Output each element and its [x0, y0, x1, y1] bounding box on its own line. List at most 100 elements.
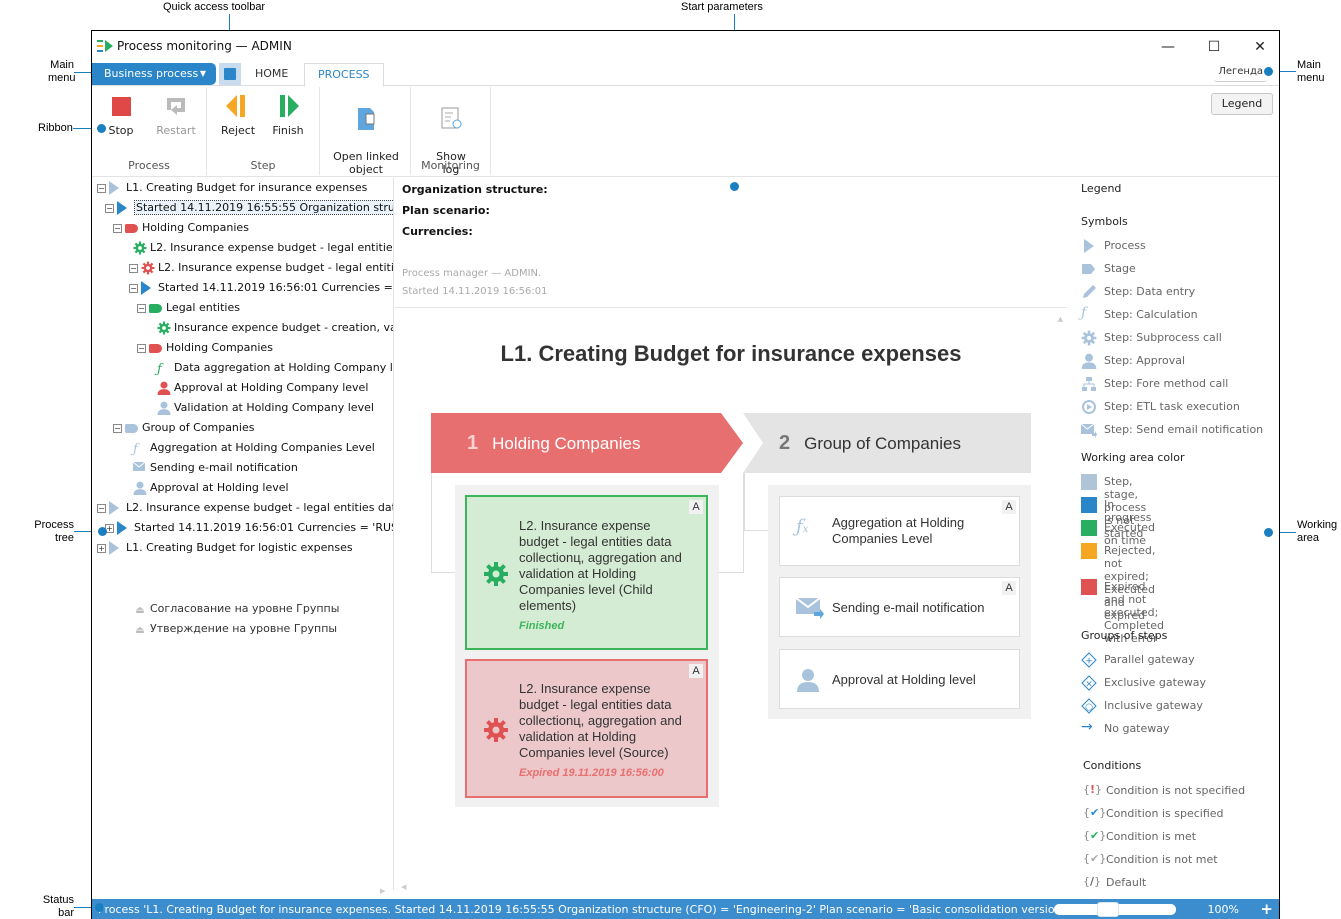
- collapse-icon[interactable]: −: [113, 223, 122, 233]
- tree-node-label: Validation at Holding Company level: [174, 401, 374, 414]
- open-linked-object-button[interactable]: Open linked object: [330, 93, 402, 176]
- assignee-badge: A: [1002, 581, 1016, 595]
- collapse-icon[interactable]: −: [137, 343, 146, 353]
- process-icon: [1081, 238, 1097, 254]
- scroll-left-arrow[interactable]: ◀: [401, 883, 406, 891]
- gear-icon: [484, 562, 508, 586]
- tree-node[interactable]: − L2. Insurance expense budget - legal en…: [129, 259, 393, 277]
- step-placeholder-icon: ⏏: [135, 605, 145, 616]
- status-text: Process 'L1. Creating Budget for insuran…: [98, 903, 1104, 916]
- quick-access-toolbar[interactable]: [219, 63, 241, 85]
- tree-node-label: L2. Insurance expense budget - legal ent…: [126, 501, 393, 514]
- tab-process[interactable]: PROCESS: [304, 63, 384, 87]
- step-card-email[interactable]: A Sending e-mail notification: [779, 577, 1020, 637]
- process-grey-icon: [109, 181, 123, 195]
- tree-node[interactable]: − L2. Insurance expense budget - legal en…: [97, 499, 393, 517]
- unassigned-step-item[interactable]: ⏏ Утверждение на уровне Группы: [133, 620, 337, 638]
- callout-quick-access-toolbar: Quick access toolbar: [163, 1, 266, 13]
- collapse-icon[interactable]: −: [129, 263, 138, 273]
- expand-icon[interactable]: +: [97, 543, 106, 553]
- fx-grey-icon: ƒ: [133, 442, 138, 457]
- step-card-child-elements[interactable]: A L2. Insurance expense budget - legal e…: [465, 495, 708, 650]
- condition-icon: {✔}: [1083, 829, 1107, 842]
- unassigned-step-item[interactable]: ⏏ Согласование на уровне Группы: [133, 600, 339, 618]
- collapse-icon[interactable]: −: [97, 503, 106, 513]
- etl-icon: [1081, 399, 1097, 415]
- process-blue-icon: [117, 201, 131, 215]
- tree-node[interactable]: − Holding Companies: [137, 339, 273, 357]
- tree-node[interactable]: ƒ Aggregation at Holding Companies Level: [133, 439, 375, 457]
- collapse-icon[interactable]: −: [105, 203, 114, 213]
- tree-node[interactable]: Validation at Holding Company level: [157, 399, 374, 417]
- mail-grey-icon: [132, 461, 147, 475]
- step-card-text: Approval at Holding level: [832, 672, 976, 687]
- ribbon-group-monitoring: Show log Monitoring: [411, 87, 491, 176]
- app-window: Process monitoring — ADMIN — ☐ ✕ Busines…: [91, 30, 1280, 919]
- minimize-button[interactable]: —: [1158, 37, 1178, 57]
- tree-node[interactable]: − Group of Companies: [113, 419, 254, 437]
- stage-2-header[interactable]: 2 Group of Companies: [779, 413, 961, 473]
- legend-ru-button[interactable]: Легенда: [1214, 66, 1267, 82]
- step-card-source[interactable]: A L2. Insurance expense budget - legal e…: [465, 659, 708, 798]
- tree-node-label: L2. Insurance expense budget - legal ent…: [150, 241, 393, 254]
- tree-node[interactable]: Approval at Holding level: [133, 479, 289, 497]
- tree-node-label: Approval at Holding level: [150, 481, 289, 494]
- collapse-icon[interactable]: −: [129, 283, 138, 293]
- working-area[interactable]: ▲ L1. Creating Budget for insurance expe…: [395, 309, 1067, 891]
- tree-node[interactable]: − L1. Creating Budget for insurance expen…: [97, 179, 367, 197]
- reject-icon: [224, 93, 250, 119]
- user-grey-icon: [157, 401, 171, 415]
- main-menu-button[interactable]: Business process ▼: [92, 63, 216, 85]
- reject-button[interactable]: Reject: [221, 93, 255, 137]
- color-swatch: [1081, 474, 1097, 490]
- zoom-slider-thumb[interactable]: [1097, 902, 1119, 917]
- tree-node[interactable]: L2. Insurance expense budget - legal ent…: [133, 239, 393, 257]
- stop-icon: [108, 93, 134, 119]
- tree-node[interactable]: Insurance expence budget - creation, val…: [157, 319, 393, 337]
- tab-home[interactable]: HOME: [242, 63, 301, 87]
- tree-node[interactable]: − Started 14.11.2019 16:55:55 Organizatio…: [105, 199, 393, 217]
- assignee-badge: A: [689, 664, 703, 678]
- collapse-icon[interactable]: −: [97, 183, 106, 193]
- zoom-in-button[interactable]: +: [1260, 899, 1273, 919]
- tree-node-label: L1. Creating Budget for insurance expens…: [126, 181, 368, 194]
- process-manager: Process manager — ADMIN.: [402, 268, 542, 279]
- callout-process-tree: Process tree: [34, 519, 74, 544]
- tree-node[interactable]: Sending e-mail notification: [132, 459, 298, 477]
- process-blue-icon: [141, 281, 155, 295]
- callout-working-area: Working area: [1297, 519, 1338, 544]
- restart-button[interactable]: Restart: [154, 93, 198, 137]
- user-grey-icon: [133, 481, 147, 495]
- tree-node[interactable]: + Started 14.11.2019 16:56:01 Currencies …: [105, 519, 393, 537]
- tree-node-label: Started 14.11.2019 16:56:01 Currencies =…: [158, 281, 393, 294]
- maximize-button[interactable]: ☐: [1204, 37, 1224, 57]
- collapse-icon[interactable]: −: [137, 303, 146, 313]
- user-icon: [1081, 353, 1097, 369]
- diagram-title: L1. Creating Budget for insurance expens…: [500, 341, 962, 366]
- tree-node[interactable]: + L1. Creating Budget for logistic expens…: [97, 539, 353, 557]
- tree-node[interactable]: Approval at Holding Company level: [157, 379, 368, 397]
- tree-node[interactable]: − Legal entities: [137, 299, 240, 317]
- tree-scroll-right-arrow[interactable]: ▶: [380, 887, 385, 895]
- scroll-up-arrow[interactable]: ▲: [1058, 315, 1063, 323]
- finish-button[interactable]: Finish: [271, 93, 305, 137]
- collapse-icon[interactable]: −: [113, 423, 122, 433]
- step-card-approval[interactable]: Approval at Holding level: [779, 649, 1020, 709]
- tree-node[interactable]: − Holding Companies: [113, 219, 249, 237]
- stop-button[interactable]: Stop: [106, 93, 136, 137]
- open-linked-object-icon: [353, 106, 379, 132]
- zoom-slider[interactable]: [1054, 902, 1176, 917]
- close-button[interactable]: ✕: [1250, 37, 1270, 57]
- gateway-icon: +: [1081, 652, 1097, 668]
- tree-node[interactable]: ƒ Data aggregation at Holding Company lev…: [157, 359, 393, 377]
- tree-node[interactable]: − Started 14.11.2019 16:56:01 Currencies …: [129, 279, 393, 297]
- ribbon: Stop Restart Process Reject Finish Step: [92, 87, 1279, 177]
- process-tree[interactable]: − L1. Creating Budget for insurance expen…: [92, 178, 394, 890]
- condition-icon: {✔}: [1083, 852, 1107, 865]
- step-card-aggregation[interactable]: A ƒx Aggregation at Holding Companies Le…: [779, 496, 1020, 566]
- legend-conditions-title: Conditions: [1083, 759, 1142, 772]
- ribbon-group-label-process: Process: [128, 159, 170, 172]
- step-card-text: L2. Insurance expense budget - legal ent…: [519, 681, 682, 760]
- legend-button[interactable]: Legend: [1211, 93, 1273, 115]
- stage-1-header[interactable]: 1 Holding Companies: [467, 413, 641, 473]
